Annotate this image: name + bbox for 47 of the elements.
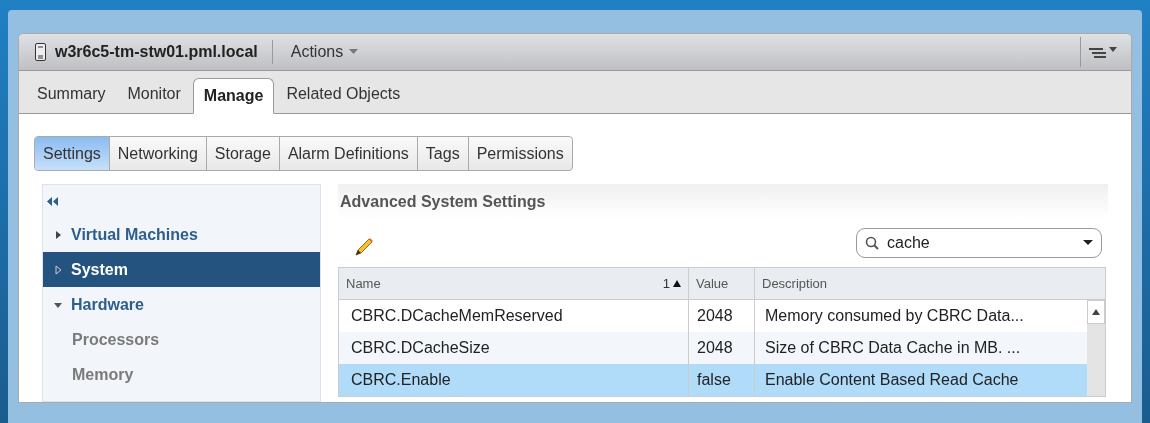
tree-item[interactable]: Virtual Machines	[43, 217, 320, 252]
collapse-icon[interactable]	[47, 196, 59, 206]
tree-label: Virtual Machines	[71, 224, 198, 245]
sort-order: 1	[662, 274, 670, 293]
tree-label: Memory	[72, 364, 134, 385]
server-icon	[35, 43, 46, 61]
caret-right-icon[interactable]	[53, 264, 63, 275]
tree-item[interactable]: System	[43, 252, 320, 287]
panel-title: Advanced System Settings	[340, 191, 546, 212]
tab[interactable]: Manage	[192, 78, 275, 114]
tree-item[interactable]: Hardware	[43, 287, 320, 322]
table-cell-text: CBRC.Enable	[350, 370, 452, 390]
search-icon	[865, 236, 879, 250]
actions-menu[interactable]: Actions	[290, 40, 359, 64]
caret-down-icon[interactable]	[1083, 240, 1093, 246]
pencil-icon[interactable]	[352, 235, 376, 259]
sort-ascending-icon	[673, 280, 681, 287]
tree-item[interactable]: Processors	[43, 322, 320, 357]
table-cell-text: CBRC.DCacheMemReserved	[350, 306, 564, 326]
scrollbar[interactable]	[1087, 300, 1105, 396]
tree-item[interactable]: Memory	[43, 357, 320, 392]
column-header[interactable]: Name 1	[339, 268, 688, 299]
tab[interactable]: Monitor	[117, 79, 191, 114]
tab[interactable]: Related Objects	[276, 79, 411, 114]
search-field[interactable]: cache	[856, 228, 1102, 258]
settings-tab[interactable]: Networking	[108, 137, 206, 170]
settings-tab[interactable]: Storage	[205, 137, 279, 170]
table-row[interactable]: CBRC.DCacheSize 2048 Size of CBRC Data Cache in MB. ...	[339, 332, 1087, 364]
settings-tab[interactable]: Tags	[416, 137, 468, 170]
table-cell-text: CBRC.DCacheSize	[350, 338, 491, 358]
column-header[interactable]: Value	[688, 268, 754, 299]
tree-label: Processors	[72, 329, 160, 350]
list-menu-icon[interactable]	[1089, 45, 1119, 59]
settings-tab[interactable]: Settings	[35, 137, 109, 170]
settings-tab[interactable]: Permissions	[467, 137, 572, 170]
column-header[interactable]: Description	[754, 268, 1105, 299]
table-cell: false	[688, 364, 754, 396]
caret-right-icon[interactable]	[53, 229, 63, 240]
tree-label: System	[71, 259, 128, 280]
object-title: w3r6c5-tm-stw01.pml.local	[55, 40, 273, 64]
tree-label: Hardware	[71, 294, 144, 315]
settings-tab[interactable]: Alarm Definitions	[278, 137, 417, 170]
tab[interactable]: Summary	[27, 79, 116, 114]
caret-down-icon	[349, 49, 359, 55]
table-row[interactable]: CBRC.Enable false Enable Content Based Read Cache	[339, 364, 1087, 396]
scroll-up-icon[interactable]	[1092, 309, 1100, 315]
search-input[interactable]: cache	[887, 231, 1075, 255]
